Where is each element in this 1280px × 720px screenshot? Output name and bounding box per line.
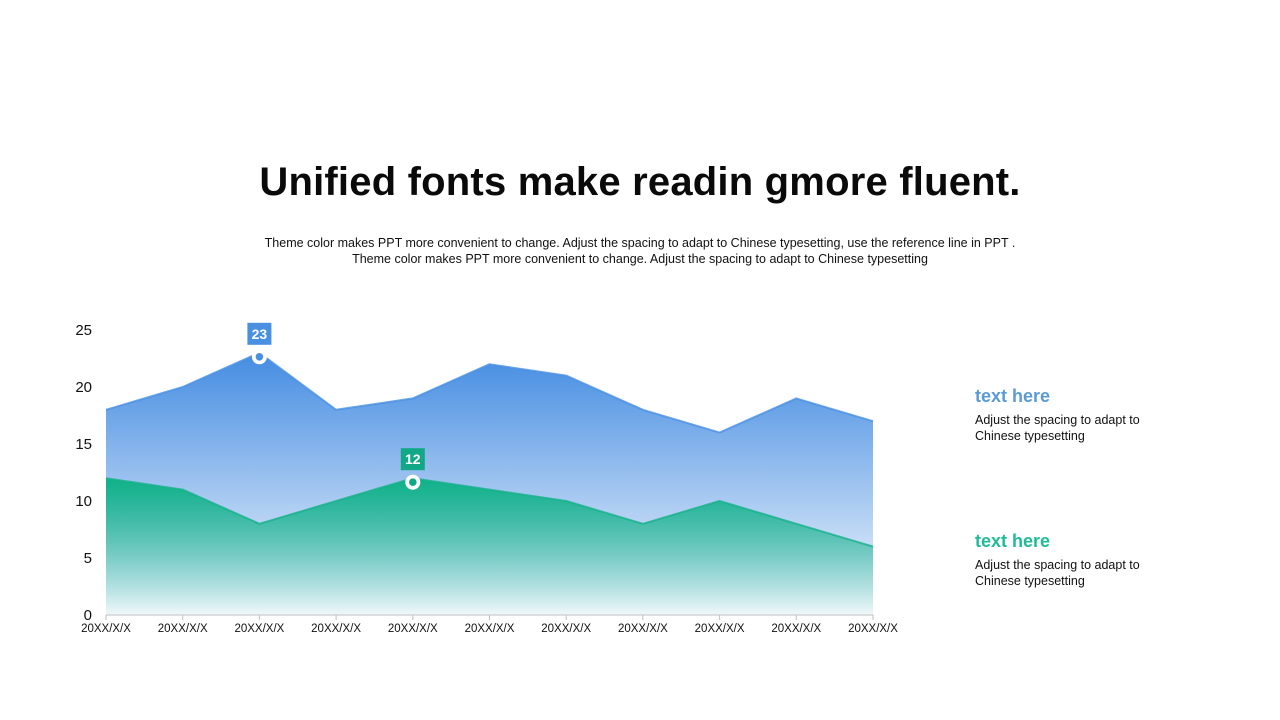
- x-tick-label: 20XX/X/X: [158, 623, 208, 635]
- area-chart: 20XX/X/X 20XX/X/X 20XX/X/X 20XX/X/X 20XX/X/X…: [75, 322, 898, 635]
- x-tick-label: 20XX/X/X: [81, 623, 131, 635]
- y-tick-label: 0: [84, 607, 92, 624]
- x-tick-label: 20XX/X/X: [541, 623, 591, 635]
- data-point-marker-dot: [255, 353, 264, 361]
- legend-item-green: text here Adjust the spacing to adapt to…: [975, 531, 1215, 589]
- data-label: 12: [405, 451, 421, 467]
- legend-title: text here: [975, 386, 1051, 406]
- x-tick-label: 20XX/X/X: [695, 623, 745, 635]
- legend-description: Adjust the spacing to adapt to Chinese t…: [975, 557, 1215, 589]
- y-tick-label: 5: [84, 550, 92, 567]
- legend-description-line: Chinese typesetting: [975, 574, 1085, 588]
- x-tick-label: 20XX/X/X: [234, 623, 284, 635]
- legend-title: text here: [975, 531, 1051, 551]
- legend-description-line: Chinese typesetting: [975, 429, 1085, 443]
- data-label: 23: [252, 326, 268, 342]
- legend-description-line: Adjust the spacing to adapt to: [975, 413, 1140, 427]
- y-tick-label: 25: [75, 322, 92, 339]
- y-tick-label: 20: [75, 379, 92, 396]
- x-tick-label: 20XX/X/X: [388, 623, 438, 635]
- legend-description: Adjust the spacing to adapt to Chinese t…: [975, 412, 1215, 444]
- x-tick-label: 20XX/X/X: [311, 623, 361, 635]
- x-tick-label: 20XX/X/X: [618, 623, 668, 635]
- x-tick-label: 20XX/X/X: [771, 623, 821, 635]
- y-tick-label: 10: [75, 493, 92, 510]
- legend-description-line: Adjust the spacing to adapt to: [975, 558, 1140, 572]
- x-tick-label: 20XX/X/X: [465, 623, 515, 635]
- y-tick-label: 15: [75, 436, 92, 453]
- x-tick-label: 20XX/X/X: [848, 623, 898, 635]
- legend-item-blue: text here Adjust the spacing to adapt to…: [975, 386, 1215, 444]
- data-point-marker-dot: [409, 478, 417, 487]
